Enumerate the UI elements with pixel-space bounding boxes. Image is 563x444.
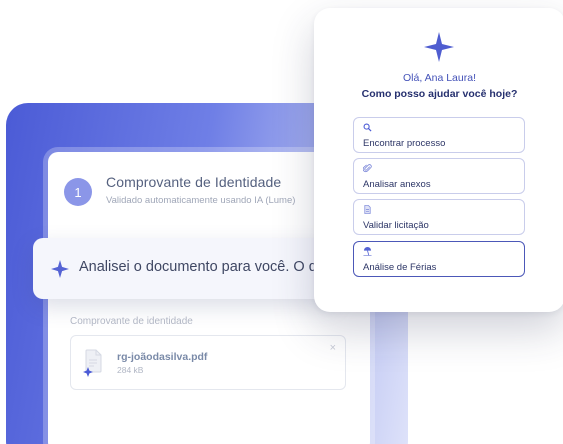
section-label: Comprovante de identidade xyxy=(70,316,193,327)
document-header: 1 Comprovante de Identidade Validado aut… xyxy=(64,174,295,206)
option-label: Encontrar processo xyxy=(363,138,446,149)
document-title: Comprovante de Identidade xyxy=(106,174,282,190)
option-encontrar-processo[interactable]: Encontrar processo xyxy=(353,117,525,153)
document-titles: Comprovante de Identidade Validado autom… xyxy=(106,174,295,206)
file-attachment[interactable]: rg-joãodasilva.pdf 284 kB × xyxy=(70,335,346,390)
question-heading: Como posso ajudar você hoje? xyxy=(361,88,518,100)
ai-message-banner: Analisei o documento para você. O que xyxy=(33,238,333,299)
step-number-badge: 1 xyxy=(64,178,92,206)
assistant-popup: Olá, Ana Laura! Como posso ajudar você h… xyxy=(314,8,563,312)
file-name: rg-joãodasilva.pdf xyxy=(117,351,208,363)
option-label: Validar licitação xyxy=(363,220,429,231)
sparkle-icon xyxy=(51,260,69,278)
option-label: Analisar anexos xyxy=(363,179,431,190)
ai-message-text: Analisei o documento para você. O que xyxy=(79,259,333,275)
paperclip-icon xyxy=(363,164,372,173)
file-icon xyxy=(83,349,102,377)
file-size: 284 kB xyxy=(117,365,144,375)
search-icon xyxy=(363,123,372,132)
beach-icon xyxy=(363,247,372,256)
screen: 1 Comprovante de Identidade Validado aut… xyxy=(0,0,563,444)
remove-file-button[interactable]: × xyxy=(330,342,336,354)
option-analise-de-ferias[interactable]: Análise de Férias xyxy=(353,241,525,277)
option-analisar-anexos[interactable]: Analisar anexos xyxy=(353,158,525,194)
option-validar-licitacao[interactable]: Validar licitação xyxy=(353,199,525,235)
document-subtitle: Validado automaticamente usando IA (Lume… xyxy=(106,195,296,206)
document-icon xyxy=(364,205,371,214)
option-label: Análise de Férias xyxy=(363,262,437,273)
sparkle-icon xyxy=(424,32,454,62)
greeting-text: Olá, Ana Laura! xyxy=(403,72,476,84)
